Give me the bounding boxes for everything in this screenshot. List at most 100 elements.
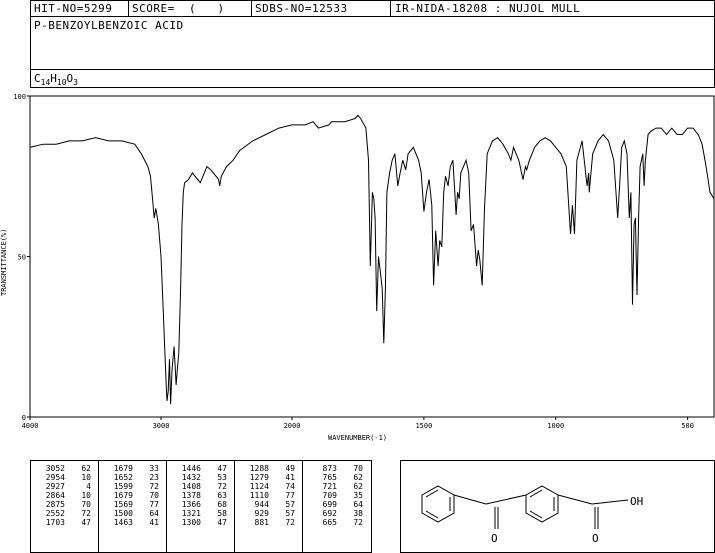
peak-wavenumber: 721 (322, 482, 337, 491)
peak-transmittance: 10 (81, 473, 91, 482)
peak-transmittance: 41 (149, 518, 159, 527)
peak-row: 1463 41 (102, 518, 160, 527)
x-tick-label: 1500 (415, 422, 432, 430)
peak-transmittance: 72 (353, 518, 363, 527)
peak-row: 3052 62 (34, 464, 92, 473)
peak-wavenumber: 1446 (181, 464, 201, 473)
peak-transmittance: 64 (149, 509, 159, 518)
peak-wavenumber: 1279 (249, 473, 269, 482)
peak-transmittance: 72 (81, 509, 91, 518)
x-tick-label: 3000 (153, 422, 170, 430)
peak-table-divider (166, 460, 167, 553)
peak-row: 1599 72 (102, 482, 160, 491)
x-axis-label: WAVENUMBER(-1) (328, 434, 387, 442)
peak-row: 1432 53 (170, 473, 228, 482)
carboxyl-group (557, 494, 629, 529)
peak-transmittance: 68 (217, 500, 227, 509)
peak-wavenumber: 873 (322, 464, 337, 473)
peak-transmittance: 49 (285, 464, 295, 473)
peak-wavenumber: 699 (322, 500, 337, 509)
ketone-oxygen-label: O (491, 532, 498, 545)
peak-row: 2954 10 (34, 473, 92, 482)
peak-wavenumber: 1500 (113, 509, 133, 518)
peak-row: 1378 63 (170, 491, 228, 500)
spectrum-line (29, 114, 715, 405)
peak-row: 665 72 (306, 518, 364, 527)
peak-row: 1446 47 (170, 464, 228, 473)
peak-wavenumber: 2552 (45, 509, 65, 518)
x-tick-label: 1000 (547, 422, 564, 430)
peak-column: 1679 33 1652 23 1599 72 1679 70 1569 77 1500 64 1463… (102, 464, 160, 527)
peak-column: 1288 49 1279 41 1124 74 1110 77 944 57 929 57 881 72 (238, 464, 296, 527)
peak-row: 1288 49 (238, 464, 296, 473)
peak-row: 1321 58 (170, 509, 228, 518)
ketone-group (453, 494, 527, 529)
peak-transmittance: 62 (353, 482, 363, 491)
peak-transmittance: 53 (217, 473, 227, 482)
peak-row: 1124 74 (238, 482, 296, 491)
peak-transmittance: 62 (353, 473, 363, 482)
peak-row: 1366 68 (170, 500, 228, 509)
peak-wavenumber: 1703 (45, 518, 65, 527)
peak-row: 1408 72 (170, 482, 228, 491)
peak-wavenumber: 1288 (249, 464, 269, 473)
peak-wavenumber: 1124 (249, 482, 269, 491)
peak-row: 721 62 (306, 482, 364, 491)
peak-wavenumber: 2927 (45, 482, 65, 491)
peak-transmittance: 74 (285, 482, 295, 491)
structure-diagram: O OH O (421, 485, 643, 545)
peak-row: 2552 72 (34, 509, 92, 518)
peak-table-divider (98, 460, 99, 553)
peak-transmittance: 10 (81, 491, 91, 500)
peak-wavenumber: 1463 (113, 518, 133, 527)
peak-row: 692 38 (306, 509, 364, 518)
peak-row: 699 64 (306, 500, 364, 509)
peak-transmittance: 41 (285, 473, 295, 482)
carboxyl-oxygen-label: O (592, 532, 599, 545)
peak-wavenumber: 1679 (113, 464, 133, 473)
y-tick-label: 0 (22, 414, 26, 422)
peak-transmittance: 72 (285, 518, 295, 527)
peak-row: 1703 47 (34, 518, 92, 527)
peak-row: 1110 77 (238, 491, 296, 500)
peak-column: 873 70 765 62 721 62 709 35 699 64 692 38 665 72 (306, 464, 364, 527)
peak-wavenumber: 1378 (181, 491, 201, 500)
peak-transmittance: 23 (149, 473, 159, 482)
peak-wavenumber: 765 (322, 473, 337, 482)
peak-wavenumber: 1366 (181, 500, 201, 509)
peak-row: 1279 41 (238, 473, 296, 482)
peak-column: 3052 62 2954 10 2927 4 2864 10 2875 70 2552 72 1703 4… (34, 464, 92, 527)
peak-wavenumber: 1652 (113, 473, 133, 482)
peak-transmittance: 47 (81, 518, 91, 527)
peak-wavenumber: 709 (322, 491, 337, 500)
peak-row: 1679 70 (102, 491, 160, 500)
peak-row: 873 70 (306, 464, 364, 473)
peak-table-divider (234, 460, 235, 553)
peak-transmittance: 70 (149, 491, 159, 500)
x-tick-label: 500 (681, 422, 694, 430)
x-tick-label: 2000 (284, 422, 301, 430)
peak-transmittance: 57 (285, 509, 295, 518)
peak-transmittance: 72 (217, 482, 227, 491)
phenyl-ring (421, 485, 455, 523)
peak-row: 765 62 (306, 473, 364, 482)
peak-wavenumber: 692 (322, 509, 337, 518)
peak-wavenumber: 929 (254, 509, 269, 518)
peak-wavenumber: 3052 (45, 464, 65, 473)
peak-wavenumber: 2954 (45, 473, 65, 482)
peak-table-divider (302, 460, 303, 553)
peak-transmittance: 38 (353, 509, 363, 518)
ir-spectrum-chart: 100500 4000 3000 2000 1500 1000 500 TRANSMITT… (0, 93, 715, 442)
peak-wavenumber: 1110 (249, 491, 269, 500)
peak-row: 1652 23 (102, 473, 160, 482)
peak-wavenumber: 1569 (113, 500, 133, 509)
peak-transmittance: 70 (353, 464, 363, 473)
peak-wavenumber: 1408 (181, 482, 201, 491)
peak-wavenumber: 2864 (45, 491, 65, 500)
peak-wavenumber: 1321 (181, 509, 201, 518)
benzene-ring (525, 485, 559, 523)
peak-transmittance: 72 (149, 482, 159, 491)
peak-transmittance: 4 (86, 482, 91, 491)
peak-row: 2875 70 (34, 500, 92, 509)
y-axis-label: TRANSMITTANCE(%) (0, 229, 8, 296)
